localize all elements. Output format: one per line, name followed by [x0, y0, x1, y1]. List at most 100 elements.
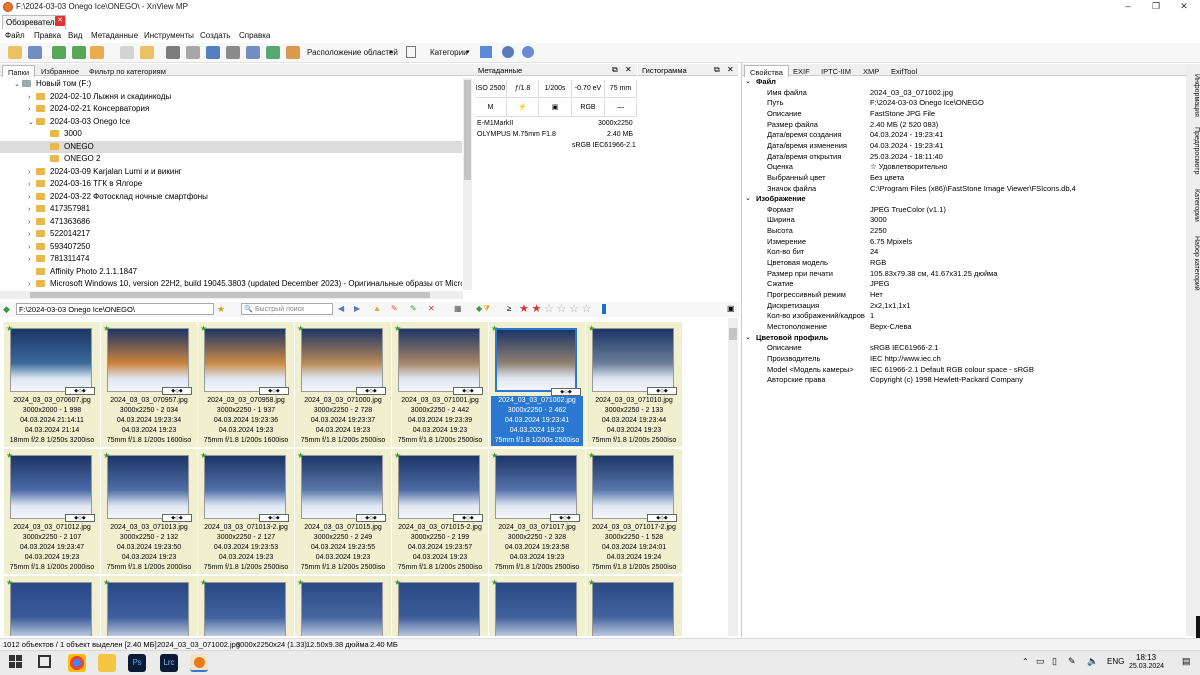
tree-node[interactable]: Affinity Photo 2.1.1.1847	[0, 266, 462, 279]
tree-scroll-thumb[interactable]	[464, 80, 471, 180]
batch-rename-icon[interactable]	[286, 46, 300, 59]
thumbnail-item[interactable]: ◆◇◆ ★ 2024_03_03_071000.jpg 3000x2250 - 2 7…	[295, 322, 391, 447]
menu-6[interactable]: Справка	[239, 31, 270, 40]
tree-node[interactable]: › Microsoft Windows 10, version 22H2, bui…	[0, 278, 462, 290]
print-icon[interactable]	[226, 46, 240, 59]
back-arrow-icon[interactable]: ◀	[338, 304, 344, 313]
delete-icon[interactable]: ✎	[391, 304, 398, 313]
binoculars-icon[interactable]	[166, 46, 180, 59]
settings-gear-icon[interactable]	[502, 46, 514, 58]
side-tab-3[interactable]: Набор категорий	[1188, 232, 1200, 294]
property-section[interactable]: ⌄ Изображение	[742, 194, 1182, 205]
color-filter-swatch[interactable]	[602, 304, 606, 314]
thumbnail-item[interactable]: ◆◇◆ ★ 2024_03_03_070958.jpg 3000x2250 - 1 9…	[198, 322, 294, 447]
filter-funnel-icon[interactable]: ⧩	[483, 304, 490, 314]
section-collapse-icon[interactable]: ⌄	[745, 333, 751, 344]
panel-toggle-icon[interactable]: ▣	[727, 304, 735, 313]
categories-dropdown-chevron-icon[interactable]: ▾	[466, 48, 470, 56]
tree-node[interactable]: 3000	[0, 128, 462, 141]
photoshop-icon[interactable]: Ps	[128, 654, 146, 672]
scanner-icon[interactable]	[246, 46, 260, 59]
tree-node[interactable]: ONEGO 2	[0, 153, 462, 166]
minimize-button[interactable]: –	[1118, 1, 1138, 13]
left-tab-2[interactable]: Фильтр по категориям	[84, 65, 171, 77]
tree-expand-icon[interactable]: ›	[28, 242, 36, 254]
metadata-undock-icon[interactable]: ⧉	[612, 65, 618, 75]
refresh-icon[interactable]	[52, 46, 66, 59]
tree-node[interactable]: ⌄ 2024-03-03 Onego Ice	[0, 116, 462, 129]
pen-icon[interactable]: ✎	[1068, 656, 1076, 667]
tree-expand-icon[interactable]: ›	[28, 204, 36, 216]
thumbnail-item[interactable]: ◆◇◆ ★ 2024_03_03_071015.jpg 3000x2250 - 2 2…	[295, 449, 391, 574]
tree-expand-icon[interactable]: ›	[28, 179, 36, 191]
side-tab-2[interactable]: Категории	[1188, 184, 1200, 226]
thumbnail-item[interactable]: ◆◇◆ ★ 2024_03_03_071010.jpg 3000x2250 - 2 1…	[586, 322, 682, 447]
move-icon[interactable]	[90, 46, 104, 59]
tree-node[interactable]: › 2024-03-09 Karjalan Lumi и и викинг	[0, 166, 462, 179]
tree-node[interactable]: › 2024-02-10 Лыжня и скадинкоды	[0, 91, 462, 104]
sync-icon[interactable]	[72, 46, 86, 59]
slideshow-icon[interactable]	[206, 46, 220, 59]
tree-expand-icon[interactable]: ›	[28, 279, 36, 290]
battery-icon[interactable]: ▯	[1052, 656, 1057, 667]
left-tab-0[interactable]: Папки	[2, 65, 36, 77]
compare-icon[interactable]	[186, 46, 200, 59]
folder-up-icon[interactable]: ▲	[373, 304, 381, 313]
property-tab-4[interactable]: ExifTool	[886, 65, 922, 77]
tag-filter-icon[interactable]: ◆	[476, 304, 482, 313]
speaker-icon[interactable]: 🔈	[1087, 656, 1098, 667]
thumbnail-item[interactable]: ◆◇◆ ★ 2024_03_03_071017-2.jpg 3000x2250 - 1…	[586, 449, 682, 574]
property-tab-0[interactable]: Свойства	[744, 65, 789, 77]
section-collapse-icon[interactable]: ⌄	[745, 194, 751, 205]
tree-expand-icon[interactable]: ›	[28, 92, 36, 104]
tree-expand-icon[interactable]: ›	[28, 217, 36, 229]
rating-star-icon[interactable]: ☆	[544, 302, 554, 315]
tree-node[interactable]: › 2024-03-16 ТГК в Ялгоре	[0, 178, 462, 191]
thumbnail-item[interactable]: ◆◇◆ ★ 2024_03_03_071015-2.jpg 3000x2250 - 2…	[392, 449, 488, 574]
thumbnail-item[interactable]: ★	[101, 576, 197, 636]
rating-star-icon[interactable]: ☆	[582, 302, 592, 315]
close-button[interactable]: ✕	[1174, 1, 1194, 13]
file-explorer-icon[interactable]	[98, 654, 116, 672]
network-icon[interactable]: ▭	[1036, 656, 1045, 667]
thumbnail-item[interactable]: ★	[4, 576, 100, 636]
rating-star-icon[interactable]: ★	[519, 302, 529, 315]
thumbnail-item[interactable]: ★	[198, 576, 294, 636]
property-section[interactable]: ⌄ Файл	[742, 77, 1182, 88]
thumbnail-item[interactable]: ★	[489, 576, 585, 636]
tree-node[interactable]: ONEGO	[0, 140, 462, 153]
thumbnail-item[interactable]: ◆◇◆ ★ 2024_03_03_071017.jpg 3000x2250 - 2 3…	[489, 449, 585, 574]
notification-icon[interactable]: ▤	[1182, 656, 1191, 667]
tree-node[interactable]: › 417357981	[0, 203, 462, 216]
paste-icon[interactable]	[140, 46, 154, 59]
tree-hscroll-thumb[interactable]	[30, 292, 430, 298]
thumbnail-view-icon[interactable]: ▦	[454, 304, 462, 313]
tree-expand-icon[interactable]: ›	[28, 229, 36, 241]
menu-5[interactable]: Создать	[200, 31, 230, 40]
task-view-icon[interactable]	[38, 655, 51, 668]
thumbnail-item[interactable]: ◆◇◆ ★ 2024_03_03_070607.jpg 3000x2000 - 1 9…	[4, 322, 100, 447]
menu-0[interactable]: Файл	[5, 31, 25, 40]
forward-arrow-icon[interactable]: ▶	[354, 304, 360, 313]
windows-start-icon[interactable]	[9, 655, 23, 669]
clock-date[interactable]: 25.03.2024	[1129, 663, 1164, 670]
tray-chevron-icon[interactable]: ⌃	[1022, 657, 1029, 666]
thumbnail-item[interactable]: ◆◇◆ ★ 2024_03_03_071012.jpg 3000x2250 - 2 1…	[4, 449, 100, 574]
rating-star-icon[interactable]: ★	[532, 302, 542, 315]
tree-node[interactable]: › 781311474	[0, 253, 462, 266]
thumbnail-item[interactable]: ★	[295, 576, 391, 636]
edit-icon[interactable]: ✎	[410, 304, 417, 313]
thumbnail-item[interactable]: ◆◇◆ ★ 2024_03_03_071013.jpg 3000x2250 - 2 1…	[101, 449, 197, 574]
thumbnail-item[interactable]: ★	[392, 576, 488, 636]
help-icon[interactable]	[522, 46, 534, 58]
thumbnail-item[interactable]: ◆◇◆ ★ 2024_03_03_071013-2.jpg 3000x2250 - 2…	[198, 449, 294, 574]
histogram-close-icon[interactable]: ✕	[727, 65, 734, 74]
open-folder-icon[interactable]	[8, 46, 22, 59]
thumbnail-item[interactable]: ★	[586, 576, 682, 636]
close-red-icon[interactable]: ✕	[428, 304, 435, 313]
tree-node[interactable]: › 471363686	[0, 216, 462, 229]
fullscreen-icon[interactable]	[28, 46, 42, 59]
tree-expand-icon[interactable]: ⌄	[28, 117, 36, 129]
tree-expand-icon[interactable]: ›	[28, 192, 36, 204]
tree-expand-icon[interactable]: ⌄	[14, 79, 22, 91]
